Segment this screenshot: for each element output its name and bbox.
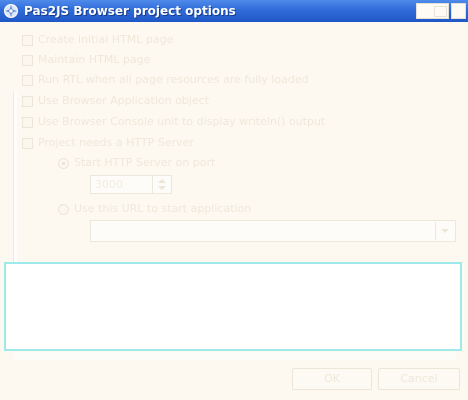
start-server-label: Start HTTP Server on port [74,156,216,169]
start-server-radio[interactable] [58,158,69,169]
url-dropdown-button[interactable] [435,222,454,240]
http-server-label: Project needs a HTTP Server [38,136,194,149]
description-memo[interactable] [4,262,462,351]
create-html-page-label: Create initial HTML page [38,33,174,46]
run-on-load-label: Run RTL when all page resources are full… [38,73,309,86]
maximize-button[interactable] [416,3,449,19]
group-separator [13,92,17,270]
create-html-page-checkbox[interactable] [22,35,33,46]
browser-app-object-label: Use Browser Application object [38,94,209,107]
spin-down-icon[interactable] [158,186,166,190]
close-button[interactable] [451,3,466,19]
url-combobox[interactable] [90,220,456,242]
title-bar[interactable]: Pas2JS Browser project options [0,0,468,22]
spin-up-icon[interactable] [158,179,166,183]
port-value: 3000 [95,178,123,191]
use-url-radio[interactable] [58,204,69,215]
maximize-icon [434,6,447,17]
browser-console-label: Use Browser Console unit to display writ… [38,115,326,128]
chevron-down-icon [441,229,449,233]
window-title: Pas2JS Browser project options [24,4,236,18]
run-on-load-checkbox[interactable] [22,75,33,86]
maintain-html-page-checkbox[interactable] [22,55,33,66]
use-url-label: Use this URL to start application [74,202,252,215]
radio-selected-dot [62,162,65,165]
port-spin-edit[interactable]: 3000 [90,175,172,194]
maintain-html-page-label: Maintain HTML page [38,53,151,66]
ok-button[interactable]: OK [292,368,372,390]
browser-console-checkbox[interactable] [22,117,33,128]
cancel-button[interactable]: Cancel [378,368,460,390]
memo-footer-strip [14,352,456,360]
lazarus-app-icon [4,4,18,18]
http-server-checkbox[interactable] [22,138,33,149]
browser-app-object-checkbox[interactable] [22,96,33,107]
port-spin-buttons[interactable] [152,176,171,193]
